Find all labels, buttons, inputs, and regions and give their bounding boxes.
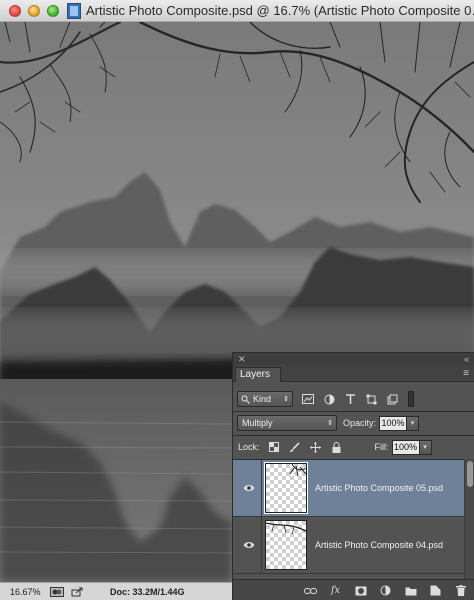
filter-kind-select[interactable]: Kind ⇕	[237, 391, 293, 407]
minimize-window-button[interactable]	[28, 4, 40, 17]
document-size-info[interactable]: Doc: 33.2M/1.44G	[110, 587, 185, 597]
layer-name[interactable]: Artistic Photo Composite 04.psd	[315, 540, 443, 550]
layer-row-04[interactable]: Artistic Photo Composite 04.psd	[233, 517, 464, 574]
layer-thumbnail[interactable]	[265, 520, 307, 570]
layer-thumbnail[interactable]	[264, 462, 308, 514]
proof-icon[interactable]	[50, 586, 64, 597]
filter-kind-label: Kind	[253, 394, 272, 404]
psd-document-icon	[67, 2, 81, 19]
window-title: Artistic Photo Composite.psd @ 16.7% (Ar…	[86, 3, 474, 18]
chevron-updown-icon: ⇕	[283, 396, 289, 403]
new-layer-icon[interactable]	[429, 584, 442, 597]
status-bar: 16.67% Doc: 33.2M/1.44G	[0, 582, 232, 600]
visibility-eye-icon[interactable]	[241, 541, 257, 549]
opacity-dropdown-button[interactable]: ▾	[407, 415, 420, 431]
lock-position-move-icon[interactable]	[310, 441, 322, 453]
fill-dropdown-button[interactable]: ▾	[419, 439, 432, 455]
new-group-folder-icon[interactable]	[404, 584, 417, 597]
layer-style-fx-icon[interactable]: fx	[329, 584, 342, 597]
layers-scrollbar[interactable]	[464, 459, 474, 579]
new-adjustment-layer-icon[interactable]	[379, 584, 392, 597]
panel-tab-row: Layers ≡	[233, 365, 474, 382]
close-panel-icon[interactable]: ✕	[238, 354, 246, 365]
lock-all-icon[interactable]	[331, 441, 343, 453]
panel-header: ✕ «	[233, 353, 474, 365]
delete-layer-trash-icon[interactable]	[454, 584, 467, 597]
link-layers-icon[interactable]	[304, 584, 317, 597]
adjustment-filter-icon[interactable]	[323, 393, 335, 405]
smart-object-filter-icon[interactable]	[386, 393, 398, 405]
zoom-window-button[interactable]	[47, 4, 59, 17]
panel-menu-icon[interactable]: ≡	[463, 368, 469, 379]
window-titlebar: Artistic Photo Composite.psd @ 16.7% (Ar…	[0, 0, 474, 22]
zoom-level[interactable]: 16.67%	[10, 587, 50, 597]
fill-label: Fill:	[374, 442, 389, 452]
layer-name[interactable]: Artistic Photo Composite 05.psd	[315, 483, 443, 493]
fill-input[interactable]: 100%	[391, 439, 420, 455]
close-window-button[interactable]	[9, 4, 21, 17]
blend-opacity-row: Multiply ⇕ Opacity: 100% ▾	[233, 411, 474, 435]
type-filter-icon[interactable]	[344, 393, 356, 405]
add-mask-icon[interactable]	[354, 584, 367, 597]
scrollbar-thumb[interactable]	[467, 461, 473, 487]
pixel-filter-icon[interactable]	[302, 393, 314, 405]
visibility-eye-icon[interactable]	[241, 484, 257, 492]
layers-panel-footer: fx	[233, 579, 474, 600]
lock-fill-row: Lock: Fill: 100% ▾	[233, 435, 474, 459]
lock-label: Lock:	[238, 442, 260, 452]
opacity-label: Opacity:	[343, 418, 377, 428]
window-controls	[9, 4, 59, 17]
search-icon	[241, 395, 250, 404]
layer-row-05[interactable]: Artistic Photo Composite 05.psd	[233, 460, 464, 517]
blend-mode-select[interactable]: Multiply ⇕	[237, 415, 337, 431]
share-icon[interactable]	[70, 587, 84, 597]
blend-mode-value: Multiply	[242, 418, 273, 428]
lock-pixels-brush-icon[interactable]	[289, 441, 301, 453]
tab-layers[interactable]: Layers	[235, 367, 281, 382]
chevron-updown-icon: ⇕	[327, 420, 333, 427]
collapse-panel-icon[interactable]: «	[464, 354, 469, 364]
shape-filter-icon[interactable]	[365, 393, 377, 405]
layer-filter-row: Kind ⇕	[233, 387, 474, 411]
lock-transparency-icon[interactable]	[268, 441, 280, 453]
layers-panel: ✕ « Layers ≡ Kind ⇕ Multiply ⇕ Opacity: …	[232, 352, 474, 600]
opacity-input[interactable]: 100%	[379, 415, 408, 431]
filter-toggle-switch[interactable]	[408, 391, 414, 407]
